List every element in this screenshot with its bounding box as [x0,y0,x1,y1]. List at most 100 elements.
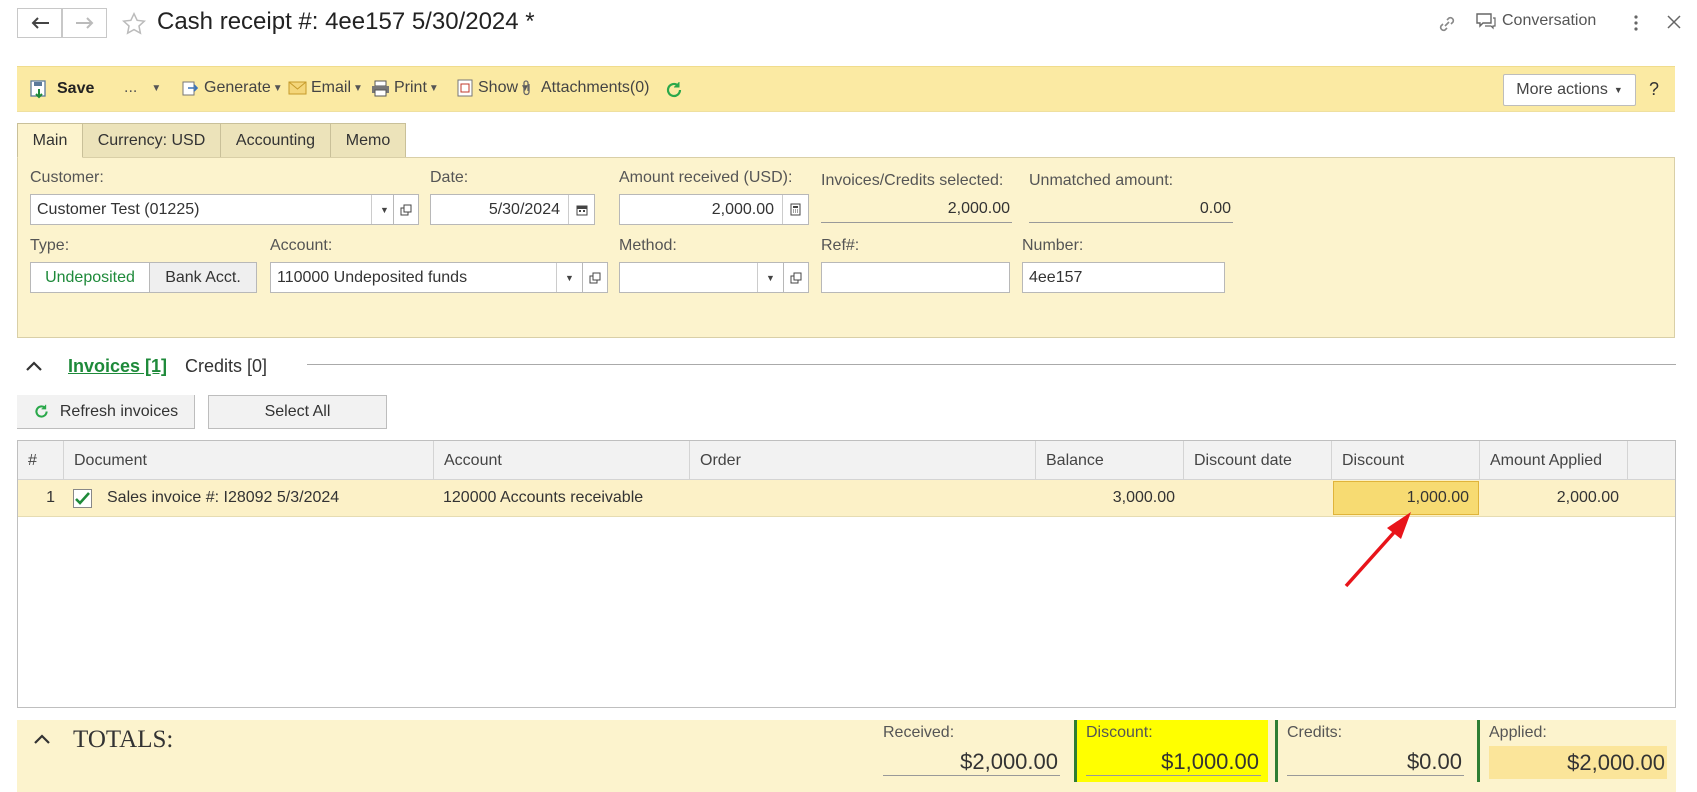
totals-panel: TOTALS: Received: $2,000.00 Discount: $1… [17,720,1676,792]
customer-open-button[interactable] [393,194,419,225]
tab-currency[interactable]: Currency: USD [82,123,221,158]
more-actions-label: More actions [1516,81,1608,98]
method-open-button[interactable] [783,262,809,293]
select-all-button[interactable]: Select All [208,395,387,429]
calendar-icon [576,205,587,215]
method-dropdown-button[interactable]: ▼ [757,263,783,292]
column-header-discount[interactable]: Discount [1332,441,1480,480]
attachments-button[interactable]: Attachments(0) [521,79,649,97]
forward-button[interactable] [62,8,107,38]
help-label: ? [1649,79,1660,99]
ref-field[interactable] [821,262,1010,293]
chevron-up-icon[interactable] [33,732,51,746]
star-icon[interactable] [121,11,147,37]
calculator-icon [790,203,801,216]
column-header-amount-applied[interactable]: Amount Applied [1480,441,1628,480]
annotation-arrow-icon [1344,512,1411,588]
row-number: 1 [46,489,55,506]
row-document-text: Sales invoice #: I28092 5/3/2024 [107,489,340,506]
column-header-number[interactable]: # [18,441,64,480]
number-label: Number: [1022,237,1084,254]
amount-received-field[interactable]: 2,000.00 [619,194,809,225]
applied-total-label: Applied: [1489,724,1547,741]
generate-button[interactable]: Generate ▼ [181,79,283,97]
account-open-button[interactable] [582,262,608,293]
method-label: Method: [619,237,677,254]
print-label: Print [394,79,427,96]
link-icon[interactable] [1436,13,1458,35]
paperclip-icon [523,80,530,96]
kebab-menu-icon[interactable] [1633,14,1639,32]
open-form-icon [400,204,412,215]
type-bank-account-button[interactable]: Bank Acct. [149,262,257,293]
tab-memo[interactable]: Memo [330,123,406,158]
refresh-invoices-button[interactable]: Refresh invoices [17,395,195,429]
more-actions-button[interactable]: More actions ▼ [1503,74,1636,106]
show-button[interactable]: Show ▼ [457,79,530,97]
save-label: Save [57,80,95,97]
show-icon [457,79,473,97]
date-value: 5/30/2024 [488,200,560,218]
received-value: $2,000.00 [883,749,1060,776]
page-title: Cash receipt #: 4ee157 5/30/2024 * [157,8,535,35]
unmatched-value: 0.00 [1029,196,1233,223]
selected-label: Invoices/Credits selected: [821,172,1004,189]
conversation-button[interactable]: Conversation [1475,12,1596,30]
number-field[interactable]: 4ee157 [1022,262,1225,293]
table-row[interactable]: 1 Sales invoice #: I28092 5/3/2024 12000… [18,480,1675,517]
help-button[interactable]: ? [1649,79,1659,100]
credits-total-label: Credits: [1287,724,1343,741]
back-button[interactable] [17,8,62,38]
type-undeposited-button[interactable]: Undeposited [30,262,150,293]
tab-main[interactable]: Main [17,123,83,158]
column-header-order[interactable]: Order [690,441,1036,480]
more-dots-button[interactable]: ... ▼ [124,79,161,97]
back-arrow-icon [31,17,49,29]
refresh-invoices-label: Refresh invoices [59,402,179,420]
calculator-button[interactable] [782,195,808,224]
chevron-up-icon[interactable] [25,359,43,373]
method-field[interactable]: ▼ [619,262,784,293]
email-button[interactable]: Email ▼ [288,79,363,97]
save-button[interactable]: Save [29,79,94,99]
open-form-icon [790,272,802,283]
selected-value: 2,000.00 [821,196,1012,223]
show-label: Show [478,79,519,96]
amount-received-label: Amount received (USD): [619,169,793,186]
calendar-button[interactable] [568,195,594,224]
applied-total-value: $2,000.00 [1489,746,1667,779]
date-label: Date: [430,169,469,186]
number-value: 4ee157 [1029,268,1083,286]
customer-field[interactable]: Customer Test (01225) ▼ [30,194,398,225]
row-amount-applied: 2,000.00 [1556,489,1619,506]
row-discount-date [1184,480,1332,516]
refresh-icon[interactable] [664,80,684,100]
tab-invoices[interactable]: Invoices [1] [68,356,167,377]
date-field[interactable]: 5/30/2024 [430,194,595,225]
unmatched-label: Unmatched amount: [1029,172,1174,189]
column-header-balance[interactable]: Balance [1036,441,1184,480]
invoices-table: # Document Account Order Balance Discoun… [17,440,1676,708]
tab-accounting[interactable]: Accounting [220,123,331,158]
email-icon [288,81,307,95]
column-header-account[interactable]: Account [434,441,690,480]
generate-label: Generate [204,79,271,96]
amount-received-value: 2,000.00 [711,200,774,218]
column-header-document[interactable]: Document [64,441,434,480]
tab-credits[interactable]: Credits [0] [185,356,267,377]
ref-label: Ref#: [821,237,860,254]
more-dots-label: ... [124,79,138,96]
row-document[interactable]: Sales invoice #: I28092 5/3/2024 [64,480,434,516]
close-icon[interactable] [1667,15,1681,29]
account-label: Account: [270,237,333,254]
command-bar: Save ... ▼ Generate ▼ Email ▼ Print ▼ Show ▼… [17,66,1675,112]
section-divider [307,364,1676,365]
discount-total-label: Discount: [1086,724,1153,741]
chevron-down-icon: ▼ [151,82,162,94]
print-button[interactable]: Print ▼ [371,79,439,97]
account-field[interactable]: 110000 Undeposited funds ▼ [270,262,583,293]
column-header-discount-date[interactable]: Discount date [1184,441,1332,480]
chevron-down-icon: ▼ [353,82,363,94]
account-dropdown-button[interactable]: ▼ [556,263,582,292]
checkbox-icon[interactable] [73,488,92,508]
